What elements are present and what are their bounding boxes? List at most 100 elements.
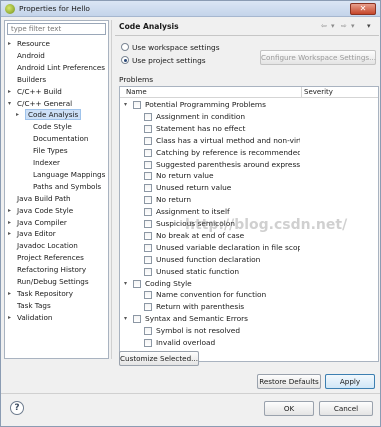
- problem-checkbox[interactable]: [144, 160, 152, 169]
- problem-row[interactable]: Statement has no effect⚠Warning: [120, 123, 378, 135]
- problem-checkbox[interactable]: [144, 339, 152, 347]
- problem-checkbox[interactable]: [144, 243, 152, 252]
- tree-item-label: Project References: [17, 253, 84, 263]
- problem-category-row[interactable]: ▾ Coding Style: [120, 278, 378, 290]
- collapse-arrow-icon[interactable]: ▾: [124, 278, 131, 290]
- problem-checkbox[interactable]: [144, 208, 152, 217]
- problem-name: Invalid overload: [156, 338, 216, 347]
- problem-row[interactable]: Symbol is not resolved✕Error: [120, 325, 378, 337]
- collapse-arrow-icon[interactable]: ▾: [124, 99, 131, 111]
- preference-tree-panel: ▸ResourceAndroidAndroid Lint Preferences…: [4, 20, 109, 359]
- problem-checkbox[interactable]: [144, 112, 152, 121]
- problem-row[interactable]: Unused static function⚠Warning: [120, 266, 378, 278]
- radio-selected-icon: [121, 56, 129, 64]
- expand-arrow-icon[interactable]: ▸: [8, 205, 15, 216]
- problem-checkbox[interactable]: [144, 267, 152, 276]
- customize-selected-button[interactable]: Customize Selected...: [119, 351, 199, 366]
- restore-defaults-button[interactable]: Restore Defaults: [257, 374, 321, 389]
- problem-row[interactable]: Class has a virtual method and non-virtu…: [120, 135, 378, 147]
- tree-item-label: Language Mappings: [33, 169, 106, 179]
- problem-name: Unused variable declaration in file scop…: [156, 242, 300, 252]
- problem-row[interactable]: Unused return value✕Error: [120, 182, 378, 194]
- panel-splitter[interactable]: [111, 20, 112, 359]
- problem-checkbox[interactable]: [144, 291, 152, 300]
- tree-item-label: Task Tags: [17, 300, 51, 310]
- table-header: Name Severity: [120, 87, 378, 98]
- close-button[interactable]: ✕: [350, 3, 376, 15]
- problem-name: Unused function declaration: [156, 254, 261, 264]
- tree-item-label: Builders: [17, 74, 47, 84]
- window-title: Properties for Hello: [19, 4, 90, 13]
- configure-workspace-settings-button[interactable]: Configure Workspace Settings...: [260, 50, 376, 65]
- column-separator[interactable]: [301, 87, 302, 98]
- problem-checkbox[interactable]: [144, 231, 152, 240]
- expand-arrow-icon[interactable]: ▸: [8, 312, 15, 323]
- filter-input[interactable]: [7, 23, 106, 35]
- problems-label: Problems: [119, 75, 154, 84]
- tree-item-label: Validation: [17, 312, 53, 322]
- problem-row[interactable]: No return⚠Warning: [120, 194, 378, 206]
- collapse-arrow-icon[interactable]: ▾: [8, 98, 15, 109]
- forward-menu-icon[interactable]: ▾: [351, 22, 355, 30]
- page-header: Code Analysis ⇦ ▾ ⇨ ▾ ▾: [115, 18, 379, 36]
- problem-checkbox[interactable]: [144, 255, 152, 264]
- problem-checkbox[interactable]: [144, 172, 152, 181]
- problem-row[interactable]: Catching by reference is recommended⚠War…: [120, 147, 378, 159]
- expand-arrow-icon[interactable]: ▸: [8, 38, 15, 49]
- problem-name: Symbol is not resolved: [156, 326, 241, 336]
- tree-item-label: C/C++ Build: [17, 86, 62, 96]
- problem-name: Unused return value: [156, 183, 232, 193]
- use-workspace-settings-radio[interactable]: Use workspace settings: [121, 42, 220, 53]
- problem-checkbox[interactable]: [133, 101, 141, 109]
- problem-checkbox[interactable]: [144, 184, 152, 193]
- name-column-header[interactable]: Name: [126, 88, 147, 96]
- apply-button[interactable]: Apply: [325, 374, 375, 389]
- expand-arrow-icon[interactable]: ▸: [8, 217, 15, 228]
- problem-name: Unused static function: [156, 266, 240, 276]
- problem-name: Return with parenthesis: [156, 302, 245, 312]
- problem-row[interactable]: Unused function declaration⚠Warning: [120, 254, 378, 266]
- back-menu-icon[interactable]: ▾: [331, 22, 335, 30]
- problem-row[interactable]: Invalid overload✕Error: [120, 337, 378, 349]
- expand-arrow-icon[interactable]: ▸: [8, 86, 15, 97]
- problem-row[interactable]: Unused variable declaration in file scop…: [120, 242, 378, 254]
- problem-category-row[interactable]: ▾ Potential Programming Problems: [120, 99, 378, 111]
- use-project-settings-radio[interactable]: Use project settings: [121, 55, 206, 66]
- tree-item-label: Java Build Path: [17, 193, 71, 203]
- expand-arrow-icon[interactable]: ▸: [16, 109, 23, 120]
- problem-row[interactable]: Suggested parenthesis around expressi⚠Wa…: [120, 159, 378, 171]
- tree-item-label: Paths and Symbols: [33, 181, 102, 191]
- severity-column-header[interactable]: Severity: [304, 88, 333, 96]
- problem-checkbox[interactable]: [144, 196, 152, 205]
- view-menu-icon[interactable]: ▾: [367, 22, 371, 30]
- expand-arrow-icon[interactable]: ▸: [8, 228, 15, 239]
- problem-name: Suggested parenthesis around expressi: [156, 159, 300, 169]
- problem-name: Class has a virtual method and non-virtu: [156, 135, 300, 145]
- tree-item-label: Javadoc Location: [17, 241, 78, 251]
- problem-checkbox[interactable]: [144, 327, 152, 336]
- problem-checkbox[interactable]: [133, 315, 141, 324]
- footer-separator: [1, 393, 380, 394]
- problem-checkbox[interactable]: [144, 136, 152, 145]
- tree-item-label: File Types: [33, 146, 68, 156]
- problem-checkbox[interactable]: [144, 220, 152, 228]
- collapse-arrow-icon[interactable]: ▾: [124, 313, 131, 325]
- ok-button[interactable]: OK: [264, 401, 314, 416]
- tree-item-label: C/C++ General: [17, 98, 73, 108]
- help-icon[interactable]: ?: [10, 401, 24, 415]
- cancel-button[interactable]: Cancel: [319, 401, 373, 416]
- problem-row[interactable]: Name convention for functioniInfo: [120, 289, 378, 301]
- problem-checkbox[interactable]: [133, 279, 141, 288]
- problem-name: Name convention for function: [156, 290, 267, 300]
- problem-row[interactable]: Assignment in condition⚠Warning: [120, 111, 378, 123]
- code-analysis-page: Code Analysis ⇦ ▾ ⇨ ▾ ▾ Use workspace se…: [115, 18, 379, 393]
- expand-arrow-icon[interactable]: ▸: [8, 288, 15, 299]
- back-arrow-icon[interactable]: ⇦: [321, 22, 327, 30]
- problem-row[interactable]: Return with parenthesis⚠Warning: [120, 301, 378, 313]
- problem-row[interactable]: No return value✕Error: [120, 170, 378, 182]
- problem-checkbox[interactable]: [144, 148, 152, 157]
- forward-arrow-icon[interactable]: ⇨: [341, 22, 347, 30]
- problem-checkbox[interactable]: [144, 124, 152, 133]
- problem-checkbox[interactable]: [144, 303, 152, 312]
- problem-category-row[interactable]: ▾ Syntax and Semantic Errors: [120, 313, 378, 325]
